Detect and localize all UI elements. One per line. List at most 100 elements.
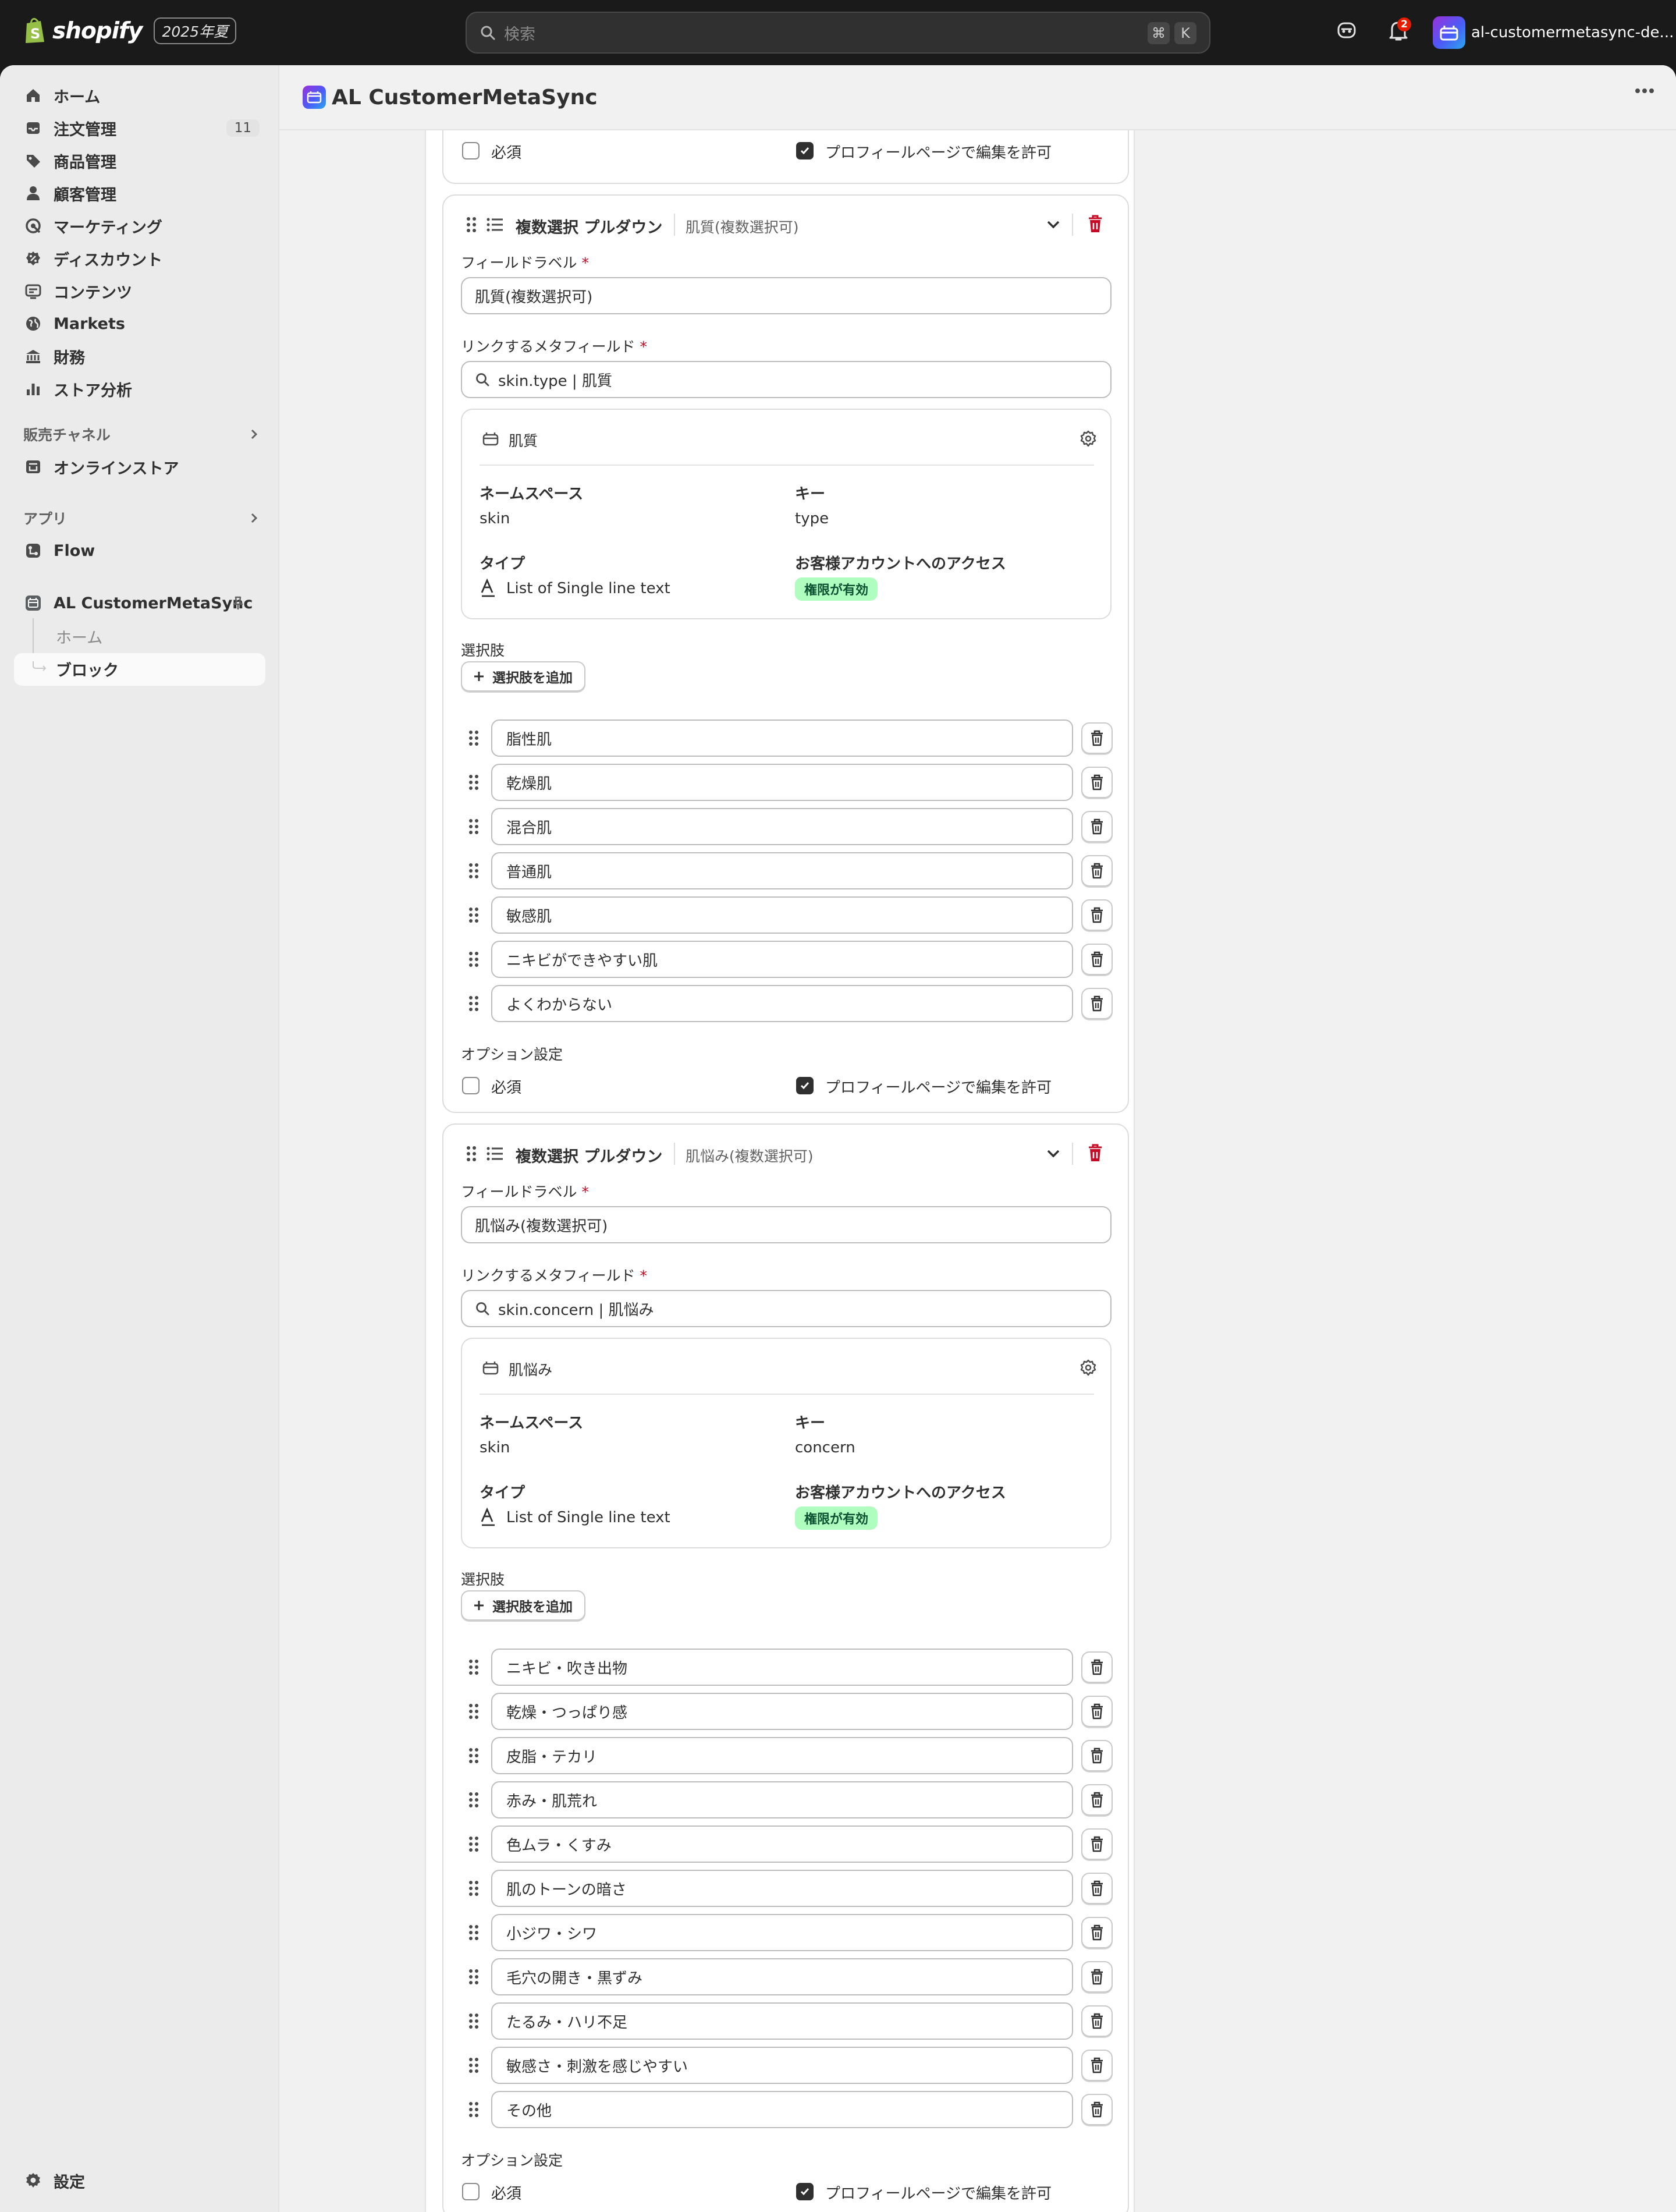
sidebar-item-finance[interactable]: 財務 <box>14 340 265 373</box>
sidebar-item-flow[interactable]: Flow <box>14 534 265 567</box>
more-actions-icon[interactable] <box>1634 87 1655 94</box>
sidebar-item-analytics[interactable]: ストア分析 <box>14 373 265 405</box>
choice-input[interactable]: ニキビ・吹き出物 <box>491 1649 1073 1686</box>
delete-choice-button[interactable] <box>1081 899 1113 931</box>
add-choice-button[interactable]: 選択肢を追加 <box>461 661 585 692</box>
drag-handle-icon[interactable] <box>468 995 480 1012</box>
required-checkbox[interactable] <box>462 142 480 159</box>
add-choice-button[interactable]: 選択肢を追加 <box>461 1590 585 1621</box>
drag-handle-icon[interactable] <box>466 215 477 234</box>
drag-handle-icon[interactable] <box>468 1880 480 1897</box>
pin-icon[interactable] <box>230 595 246 611</box>
sidebar-item-home[interactable]: ホーム <box>14 79 265 112</box>
choice-input[interactable]: 敏感肌 <box>491 896 1073 934</box>
choice-input[interactable]: 脂性肌 <box>491 719 1073 757</box>
delete-choice-button[interactable] <box>1081 1828 1113 1860</box>
required-checkbox[interactable] <box>462 1077 480 1094</box>
sidebar-sub-item-blocks[interactable]: ブロック <box>56 658 119 680</box>
sidekick-button[interactable] <box>1336 20 1357 41</box>
choice-input[interactable]: 毛穴の開き・黒ずみ <box>491 1958 1073 1995</box>
metafield-search-input[interactable]: skin.concern | 肌悩み <box>461 1290 1112 1327</box>
delete-choice-button[interactable] <box>1081 1740 1113 1771</box>
choice-input[interactable]: たるみ・ハリ不足 <box>491 2002 1073 2040</box>
delete-choice-button[interactable] <box>1081 944 1113 975</box>
delete-choice-button[interactable] <box>1081 767 1113 798</box>
allow-edit-checkbox[interactable] <box>796 1077 814 1094</box>
allow-edit-checkbox[interactable] <box>796 2183 814 2200</box>
sidebar-item-settings[interactable]: 設定 <box>14 2164 265 2197</box>
delete-choice-button[interactable] <box>1081 722 1113 754</box>
choice-input[interactable]: 乾燥・つっぱり感 <box>491 1693 1073 1730</box>
drag-handle-icon[interactable] <box>468 1658 480 1676</box>
drag-handle-icon[interactable] <box>468 951 480 968</box>
drag-handle-icon[interactable] <box>468 729 480 747</box>
drag-handle-icon[interactable] <box>468 2101 480 2118</box>
drag-handle-icon[interactable] <box>468 1703 480 1720</box>
chevron-down-icon[interactable] <box>1045 218 1061 232</box>
drag-handle-icon[interactable] <box>468 862 480 880</box>
drag-handle-icon[interactable] <box>468 818 480 835</box>
sidebar-item-app[interactable]: AL CustomerMetaSync <box>14 587 265 619</box>
delete-choice-button[interactable] <box>1081 1696 1113 1727</box>
sidebar-sub-item-home[interactable]: ホーム <box>56 625 102 648</box>
delete-choice-button[interactable] <box>1081 988 1113 1019</box>
sidebar-item-marketing[interactable]: マーケティング <box>14 210 265 242</box>
delete-block-icon[interactable] <box>1087 1143 1103 1163</box>
field-label-input[interactable]: 肌質(複数選択可) <box>461 277 1112 314</box>
drag-handle-icon[interactable] <box>468 1835 480 1853</box>
sidebar-item-online-store[interactable]: オンラインストア <box>14 451 265 483</box>
choice-input[interactable]: 皮脂・テカリ <box>491 1737 1073 1774</box>
drag-handle-icon[interactable] <box>468 1968 480 1986</box>
search-bar[interactable]: 検索 ⌘ K <box>466 12 1210 54</box>
drag-handle-icon[interactable] <box>468 906 480 924</box>
delete-choice-button[interactable] <box>1081 855 1113 887</box>
delete-block-icon[interactable] <box>1087 214 1103 234</box>
sidebar-item-content[interactable]: コンテンツ <box>14 275 265 307</box>
sales-channels-heading[interactable]: 販売チャネル <box>23 424 111 445</box>
drag-handle-icon[interactable] <box>466 1144 477 1163</box>
drag-handle-icon[interactable] <box>468 1791 480 1809</box>
drag-handle-icon[interactable] <box>468 2012 480 2030</box>
delete-choice-button[interactable] <box>1081 2094 1113 2125</box>
delete-choice-button[interactable] <box>1081 1784 1113 1816</box>
sidebar-item-markets[interactable]: Markets <box>14 307 265 340</box>
edition-badge[interactable]: 2025年夏 <box>154 17 237 44</box>
delete-choice-button[interactable] <box>1081 2050 1113 2081</box>
shopify-logo[interactable]: S shopify 2025年夏 <box>23 17 237 44</box>
metafield-search-input[interactable]: skin.type | 肌質 <box>461 361 1112 398</box>
choice-input[interactable]: よくわからない <box>491 985 1073 1022</box>
chevron-down-icon[interactable] <box>1045 1147 1061 1161</box>
delete-choice-button[interactable] <box>1081 811 1113 842</box>
choice-input[interactable]: その他 <box>491 2091 1073 2128</box>
delete-choice-button[interactable] <box>1081 1917 1113 1948</box>
field-label-input[interactable]: 肌悩み(複数選択可) <box>461 1206 1112 1243</box>
gear-icon[interactable] <box>1079 1359 1098 1377</box>
drag-handle-icon[interactable] <box>468 1924 480 1941</box>
delete-choice-button[interactable] <box>1081 1873 1113 1904</box>
sidebar-item-customers[interactable]: 顧客管理 <box>14 177 265 210</box>
choice-input[interactable]: 肌のトーンの暗さ <box>491 1870 1073 1907</box>
sidebar-item-products[interactable]: 商品管理 <box>14 144 265 177</box>
drag-handle-icon[interactable] <box>468 1747 480 1764</box>
allow-edit-checkbox[interactable] <box>796 142 814 159</box>
delete-choice-button[interactable] <box>1081 2005 1113 2037</box>
store-switcher[interactable]: al-customermetasync-de... <box>1433 16 1674 49</box>
sidebar-sub-item-blocks-active[interactable] <box>14 653 265 686</box>
drag-handle-icon[interactable] <box>468 2057 480 2074</box>
choice-input[interactable]: ニキビができやすい肌 <box>491 941 1073 978</box>
choice-input[interactable]: 赤み・肌荒れ <box>491 1781 1073 1818</box>
choice-input[interactable]: 敏感さ・刺激を感じやすい <box>491 2047 1073 2084</box>
choice-input[interactable]: 混合肌 <box>491 808 1073 845</box>
choice-input[interactable]: 普通肌 <box>491 852 1073 889</box>
gear-icon[interactable] <box>1079 430 1098 448</box>
chevron-right-icon[interactable] <box>247 511 261 525</box>
choice-input[interactable]: 乾燥肌 <box>491 764 1073 801</box>
chevron-right-icon[interactable] <box>247 427 261 441</box>
delete-choice-button[interactable] <box>1081 1961 1113 1993</box>
choice-input[interactable]: 小ジワ・シワ <box>491 1914 1073 1951</box>
choice-input[interactable]: 色ムラ・くすみ <box>491 1825 1073 1863</box>
apps-heading[interactable]: アプリ <box>23 508 67 529</box>
sidebar-item-discounts[interactable]: ディスカウント <box>14 242 265 275</box>
sidebar-item-orders[interactable]: 注文管理 11 <box>14 112 265 144</box>
drag-handle-icon[interactable] <box>468 774 480 791</box>
